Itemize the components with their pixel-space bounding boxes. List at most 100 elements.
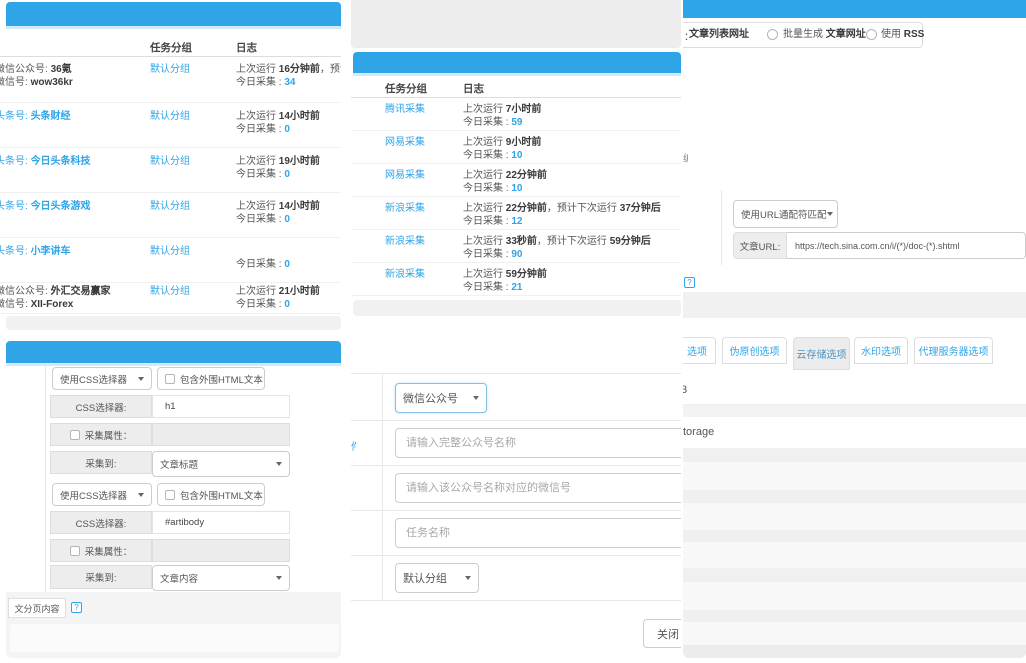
today-count: 0 bbox=[284, 124, 290, 135]
panel-bottom-bar bbox=[683, 645, 1026, 658]
tab-watermark[interactable]: 水印选项 bbox=[854, 337, 908, 364]
group-link[interactable]: 新浪采集 bbox=[385, 268, 425, 281]
batch-generate-option[interactable]: 批量生成 文章网址 bbox=[783, 29, 866, 41]
group-link[interactable]: 默认分组 bbox=[150, 110, 190, 123]
left-panel: 任务分组 日志 微信公众号: 36氪 微信号: wow36kr 默认分组 上次运… bbox=[0, 0, 341, 663]
column-header-log: 日志 bbox=[463, 81, 484, 96]
help-icon[interactable] bbox=[71, 602, 82, 613]
collect-attr-input[interactable] bbox=[152, 539, 290, 562]
article-list-url-option[interactable]: 文章列表网址 bbox=[689, 29, 749, 41]
tab-options[interactable]: 选项 bbox=[683, 337, 716, 364]
caret-down-icon bbox=[276, 576, 282, 580]
collect-to-label: 采集到: bbox=[50, 565, 152, 589]
table-row: 网易采集 上次运行 22分钟前 今日采集 : 10 bbox=[351, 164, 681, 197]
today-count: 12 bbox=[511, 216, 522, 227]
url-match-mode-select[interactable]: 使用URL通配符匹配 bbox=[733, 200, 838, 228]
today-count: 0 bbox=[284, 169, 290, 180]
group-link[interactable]: 默认分组 bbox=[150, 63, 190, 76]
include-outer-html-option[interactable]: 包含外围HTML文本 bbox=[157, 367, 265, 390]
group-link[interactable]: 默认分组 bbox=[150, 155, 190, 168]
css-selector-mode-select[interactable]: 使用CSS选择器 bbox=[52, 367, 152, 390]
run-log: 上次运行 21小时前 今日采集 : 0 bbox=[236, 285, 341, 311]
account-link[interactable]: 头条号: 小李讲车 bbox=[0, 245, 71, 258]
use-rss-option[interactable]: 使用 RSS bbox=[881, 29, 924, 41]
account-type-select[interactable]: 微信公众号 bbox=[395, 383, 487, 413]
clipped-row-label: torage bbox=[683, 426, 714, 438]
form-row-divider bbox=[351, 555, 681, 556]
pagination-content-tab[interactable]: 文分页内容 bbox=[8, 598, 66, 618]
run-log: 上次运行 59分钟前 今日采集 : 21 bbox=[463, 268, 681, 294]
stripe-row bbox=[683, 448, 1026, 462]
run-log: 上次运行 33秒前，预计下次运行 59分钟后 今日采集 : 90 bbox=[463, 235, 681, 261]
close-button[interactable]: 关闭 bbox=[643, 619, 681, 648]
account-name: 微信公众号: 外汇交易赢家 微信号: XII-Forex bbox=[0, 285, 147, 311]
clipped-text-fragment: 编 bbox=[683, 150, 688, 163]
css-selector-mode-select[interactable]: 使用CSS选择器 bbox=[52, 483, 152, 506]
table-footer-bar bbox=[353, 300, 681, 316]
group-link[interactable]: 默认分组 bbox=[150, 200, 190, 213]
article-url-input[interactable]: https://tech.sina.com.cn/i/(*)/doc-(*).s… bbox=[787, 232, 1026, 259]
group-link[interactable]: 网易采集 bbox=[385, 136, 425, 149]
css-selector-label: CSS选择器: bbox=[50, 511, 152, 534]
stripe-row bbox=[683, 568, 1026, 582]
css-selector-value[interactable]: h1 bbox=[152, 395, 290, 418]
account-link[interactable]: 头条号: 头条财经 bbox=[0, 110, 71, 123]
form-column-divider bbox=[45, 366, 46, 592]
css-selector-value[interactable]: #artibody bbox=[152, 511, 290, 534]
group-link[interactable]: 新浪采集 bbox=[385, 202, 425, 215]
tab-proxy-server[interactable]: 代理服务器选项 bbox=[914, 337, 993, 364]
caret-down-icon bbox=[473, 396, 479, 400]
run-log: 今日采集 : 0 bbox=[236, 245, 341, 271]
storage-row: torage bbox=[683, 417, 1026, 448]
account-name-input[interactable] bbox=[395, 428, 681, 458]
stripe-row bbox=[683, 530, 1026, 542]
tab-cloud-storage[interactable]: 云存储选项 bbox=[793, 337, 850, 370]
stripe-row bbox=[683, 405, 1026, 417]
table-row: 网易采集 上次运行 9小时前 今日采集 : 10 bbox=[351, 131, 681, 164]
table-row: 头条号: 小李讲车 默认分组 今日采集 : 0 bbox=[0, 238, 341, 283]
account-name: 微信公众号: 36氪 微信号: wow36kr bbox=[0, 63, 147, 89]
checkbox-icon[interactable] bbox=[165, 374, 175, 384]
collect-to-select[interactable]: 文章内容 bbox=[152, 565, 290, 591]
tab-pseudo-original[interactable]: 伪原创选项 bbox=[722, 337, 787, 364]
task-name-input[interactable] bbox=[395, 518, 681, 548]
group-link[interactable]: 默认分组 bbox=[150, 285, 190, 298]
checkbox-icon[interactable] bbox=[70, 546, 80, 556]
wechat-id-input[interactable] bbox=[395, 473, 681, 503]
account-link[interactable]: 头条号: 今日头条游戏 bbox=[0, 200, 91, 213]
today-count: 59 bbox=[511, 117, 522, 128]
run-log: 上次运行 7小时前 今日采集 : 59 bbox=[463, 103, 681, 129]
form-row-divider bbox=[351, 600, 681, 601]
today-count: 10 bbox=[511, 150, 522, 161]
table-row: 新浪采集 上次运行 59分钟前 今日采集 : 21 bbox=[351, 263, 681, 296]
batch-generate-radio[interactable] bbox=[767, 29, 778, 40]
stripe-row bbox=[683, 582, 1026, 610]
help-icon[interactable] bbox=[684, 277, 695, 288]
collect-to-select[interactable]: 文章标题 bbox=[152, 451, 290, 477]
include-outer-html-option[interactable]: 包含外围HTML文本 bbox=[157, 483, 265, 506]
caret-down-icon bbox=[465, 576, 471, 580]
run-log: 上次运行 14小时前 今日采集 : 0 bbox=[236, 200, 341, 226]
checkbox-icon[interactable] bbox=[70, 430, 80, 440]
form-row-divider bbox=[351, 510, 681, 511]
account-link[interactable]: 头条号: 今日头条科技 bbox=[0, 155, 91, 168]
today-count: 34 bbox=[284, 77, 295, 88]
clipped-text-fragment: 件 bbox=[351, 438, 356, 451]
table-row: 微信公众号: 36氪 微信号: wow36kr 默认分组 上次运行 16分钟前，… bbox=[0, 57, 341, 103]
storage-row: 3 bbox=[683, 372, 1026, 405]
css-selector-label: CSS选择器: bbox=[50, 395, 152, 418]
group-link[interactable]: 腾讯采集 bbox=[385, 103, 425, 116]
stripe-row bbox=[683, 490, 1026, 503]
top-gray-block bbox=[351, 0, 681, 48]
group-link[interactable]: 默认分组 bbox=[150, 245, 190, 258]
collect-attr-input[interactable] bbox=[152, 423, 290, 446]
caret-down-icon bbox=[138, 493, 144, 497]
group-link[interactable]: 网易采集 bbox=[385, 169, 425, 182]
form-row-divider bbox=[351, 373, 681, 374]
task-group-select[interactable]: 默认分组 bbox=[395, 563, 479, 593]
group-link[interactable]: 新浪采集 bbox=[385, 235, 425, 248]
clipped-row-label: 3 bbox=[683, 384, 687, 396]
table-row: 微信公众号: 外汇交易赢家 微信号: XII-Forex 默认分组 上次运行 2… bbox=[0, 283, 341, 314]
checkbox-icon[interactable] bbox=[165, 490, 175, 500]
use-rss-radio[interactable] bbox=[866, 29, 877, 40]
